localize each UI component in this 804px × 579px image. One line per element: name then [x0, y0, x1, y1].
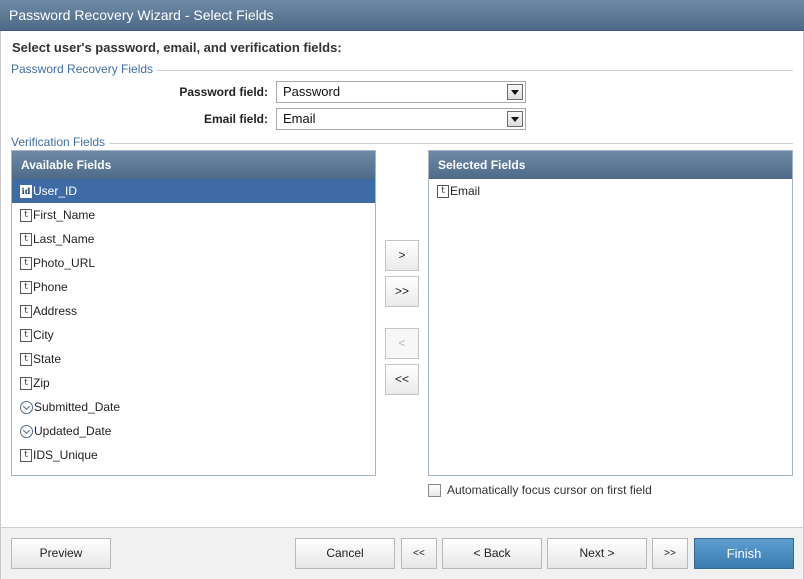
- email-field-select[interactable]: Email: [276, 108, 526, 130]
- text-field-icon: t: [20, 448, 32, 462]
- list-item-label: User_ID: [33, 184, 78, 198]
- chevron-down-icon[interactable]: [507, 84, 523, 100]
- text-field-icon: t: [20, 304, 32, 318]
- available-fields-items: id User_ID t First_Name t Last_Name t Photo_URL…: [12, 179, 375, 467]
- list-item[interactable]: t Last_Name: [12, 227, 375, 251]
- date-field-icon: [20, 400, 33, 414]
- available-fields-list[interactable]: Available Fields id User_ID t First_Name t La…: [11, 150, 376, 476]
- autofocus-label: Automatically focus cursor on first fiel…: [447, 483, 652, 497]
- list-item-label: Photo_URL: [33, 256, 96, 270]
- list-item-label: Address: [33, 304, 78, 318]
- list-item-label: First_Name: [33, 208, 96, 222]
- cancel-button[interactable]: Cancel: [295, 538, 395, 569]
- list-item[interactable]: t First_Name: [12, 203, 375, 227]
- text-field-icon: t: [20, 352, 32, 366]
- remove-all-fields-button[interactable]: <<: [385, 364, 419, 395]
- window-title: Password Recovery Wizard - Select Fields: [0, 0, 804, 31]
- next-button[interactable]: Next >: [547, 538, 647, 569]
- list-item[interactable]: t Zip: [12, 371, 375, 395]
- list-item[interactable]: id User_ID: [12, 179, 375, 203]
- last-step-button[interactable]: >>: [652, 538, 688, 569]
- list-item-label: Last_Name: [33, 232, 95, 246]
- password-field-label: Password field:: [179, 85, 268, 99]
- back-button[interactable]: < Back: [442, 538, 542, 569]
- list-item-label: State: [33, 352, 62, 366]
- list-item-label: Email: [450, 184, 481, 198]
- recovery-fields-legend: Password Recovery Fields: [11, 62, 158, 76]
- list-item-label: Zip: [33, 376, 50, 390]
- list-item-label: Submitted_Date: [34, 400, 121, 414]
- finish-button[interactable]: Finish: [694, 538, 794, 569]
- first-step-button[interactable]: <<: [401, 538, 437, 569]
- verification-fieldset-divider: [11, 143, 793, 144]
- list-item-label: Updated_Date: [34, 424, 112, 438]
- list-item-label: IDS_Unique: [33, 448, 98, 462]
- text-field-icon: t: [20, 232, 32, 246]
- id-field-icon: id: [20, 184, 32, 198]
- list-item-label: City: [33, 328, 54, 342]
- verification-fields-legend: Verification Fields: [11, 135, 110, 149]
- list-item-label: Phone: [33, 280, 68, 294]
- add-all-fields-button[interactable]: >>: [385, 276, 419, 307]
- text-field-icon: t: [437, 184, 449, 198]
- chevron-down-icon[interactable]: [507, 111, 523, 127]
- text-field-icon: t: [20, 256, 32, 270]
- text-field-icon: t: [20, 328, 32, 342]
- preview-button[interactable]: Preview: [11, 538, 111, 569]
- list-item[interactable]: t Email: [429, 179, 792, 203]
- email-field-value: Email: [283, 111, 316, 126]
- text-field-icon: t: [20, 376, 32, 390]
- list-item[interactable]: t IDS_Unique: [12, 443, 375, 467]
- list-item[interactable]: t Photo_URL: [12, 251, 375, 275]
- autofocus-option[interactable]: Automatically focus cursor on first fiel…: [428, 483, 652, 497]
- list-item[interactable]: t State: [12, 347, 375, 371]
- password-field-value: Password: [283, 84, 341, 99]
- text-field-icon: t: [20, 208, 32, 222]
- add-field-button[interactable]: >: [385, 240, 419, 271]
- list-item[interactable]: t City: [12, 323, 375, 347]
- date-field-icon: [20, 424, 33, 438]
- selected-fields-header: Selected Fields: [429, 151, 792, 179]
- list-item[interactable]: t Phone: [12, 275, 375, 299]
- password-field-select[interactable]: Password: [276, 81, 526, 103]
- email-field-label: Email field:: [203, 112, 268, 126]
- list-item[interactable]: Updated_Date: [12, 419, 375, 443]
- instructions-text: Select user's password, email, and verif…: [12, 40, 342, 55]
- autofocus-checkbox[interactable]: [428, 483, 441, 497]
- wizard-content: Select user's password, email, and verif…: [0, 31, 804, 527]
- selected-fields-items: t Email: [429, 179, 792, 203]
- available-fields-header: Available Fields: [12, 151, 375, 179]
- remove-field-button[interactable]: <: [385, 328, 419, 359]
- selected-fields-list[interactable]: Selected Fields t Email: [428, 150, 793, 476]
- list-item[interactable]: t Address: [12, 299, 375, 323]
- text-field-icon: t: [20, 280, 32, 294]
- wizard-footer: Preview Cancel << < Back Next > >> Finis…: [0, 527, 804, 579]
- list-item[interactable]: Submitted_Date: [12, 395, 375, 419]
